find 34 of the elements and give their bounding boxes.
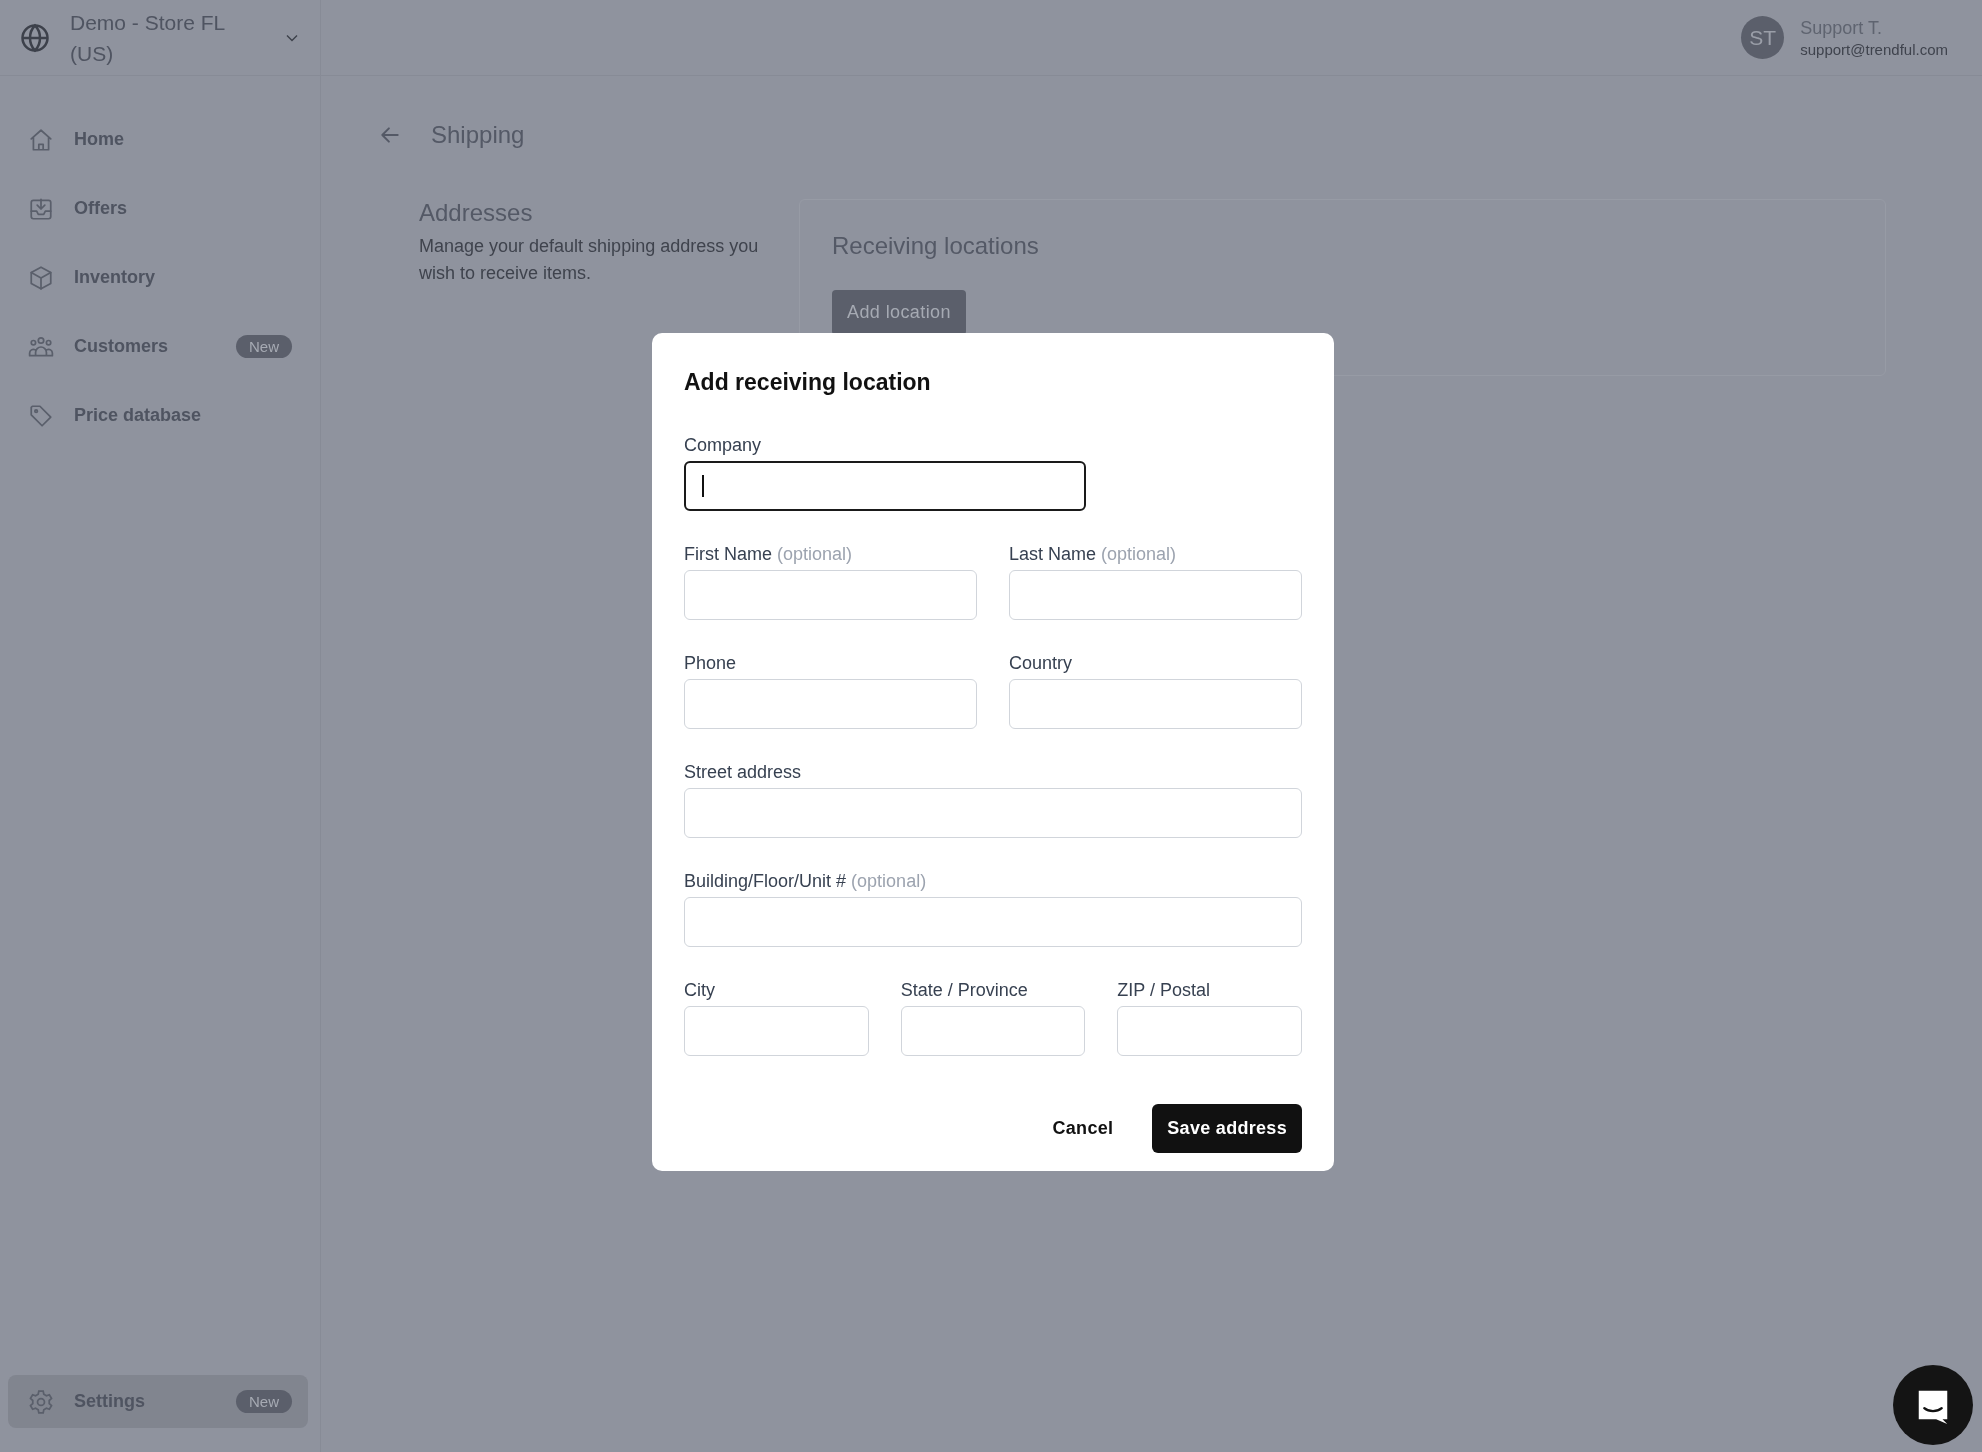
chevron-down-icon xyxy=(286,33,298,42)
card-title: Receiving locations xyxy=(832,232,1040,260)
sidebar-item[interactable]: Customers New xyxy=(8,312,308,381)
sidebar-item[interactable]: Inventory xyxy=(8,243,308,312)
user-email: support@trendful.com xyxy=(1800,40,1948,58)
section-title: Addresses xyxy=(419,199,534,227)
tag-icon xyxy=(28,402,54,429)
sidebar-item[interactable]: Offers xyxy=(8,174,308,243)
field-label: City xyxy=(684,979,715,1001)
new-badge: New xyxy=(236,1390,292,1413)
dialog-title: Add receiving location xyxy=(684,369,932,396)
save-button[interactable]: Save address xyxy=(1152,1104,1302,1153)
globe-icon xyxy=(20,22,50,53)
input-field[interactable] xyxy=(684,461,1086,511)
field-label: Phone xyxy=(684,652,737,674)
cube-icon xyxy=(28,264,54,291)
field-label: First Name (optional) xyxy=(684,543,853,565)
new-badge: New xyxy=(236,335,292,358)
settings-icon xyxy=(28,1388,54,1415)
field-label: Building/Floor/Unit # (optional) xyxy=(684,870,927,892)
field-label: Street address xyxy=(684,761,802,783)
field-label: Last Name (optional) xyxy=(1009,543,1177,565)
back-arrow-icon[interactable] xyxy=(379,124,401,146)
field-label: Company xyxy=(684,434,762,456)
field-label: Country xyxy=(1009,652,1073,674)
page-title: Shipping xyxy=(431,121,525,149)
field-label: State / Province xyxy=(900,979,1028,1001)
sidebar-item[interactable]: Home xyxy=(8,105,308,174)
user-avatar[interactable]: ST xyxy=(1741,16,1785,59)
sidebar-item[interactable]: Price database xyxy=(8,381,308,450)
add-location-button[interactable]: Add location xyxy=(832,290,966,335)
field-label: ZIP / Postal xyxy=(1117,979,1211,1001)
store-selector[interactable]: Demo - Store FL (US) xyxy=(0,0,320,76)
section-description: Manage your default shipping address you wish to receive items. xyxy=(419,235,759,285)
